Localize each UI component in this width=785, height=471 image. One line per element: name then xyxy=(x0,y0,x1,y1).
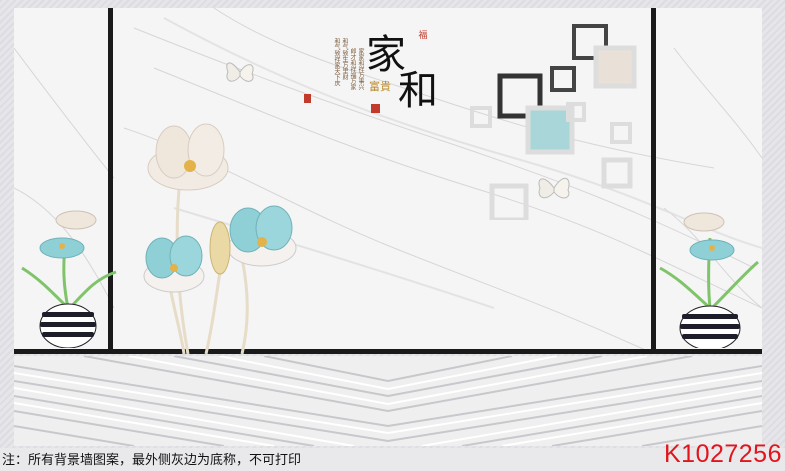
product-code: K1027256 xyxy=(663,440,782,468)
poem-line: 郎才和祥福万家 xyxy=(349,48,356,90)
caption-note: 注：所有背景墙图案，最外侧灰边为底称，不可打印 xyxy=(2,453,302,468)
left-vase-flowers xyxy=(21,210,117,348)
small-seal xyxy=(304,94,311,103)
poem-line: 和气致生万里财 xyxy=(341,38,348,80)
chevron-panel xyxy=(14,356,762,446)
poem-line: 和气致祥家天下庆 xyxy=(333,38,340,86)
calligraphy-he: 和 xyxy=(398,68,438,114)
right-vase-flowers xyxy=(659,212,759,348)
wallpaper-design: 家 和 福 富貴 和气致祥家天下庆 和气致生万里财 郎才和祥福万家 家家和祥万事… xyxy=(0,0,785,471)
red-seal xyxy=(371,104,380,113)
wall-panel: 家 和 福 富貴 和气致祥家天下庆 和气致生万里财 郎才和祥福万家 家家和祥万事… xyxy=(14,8,762,354)
butterfly-icon xyxy=(226,62,254,82)
chevron-pattern xyxy=(14,356,762,446)
poem-line: 家家和祥万事兴 xyxy=(357,48,364,90)
fu-seal: 福 xyxy=(418,30,428,41)
flower-bouquet xyxy=(143,123,297,354)
gold-text: 富貴 xyxy=(369,80,391,93)
butterfly-icon xyxy=(538,177,570,199)
